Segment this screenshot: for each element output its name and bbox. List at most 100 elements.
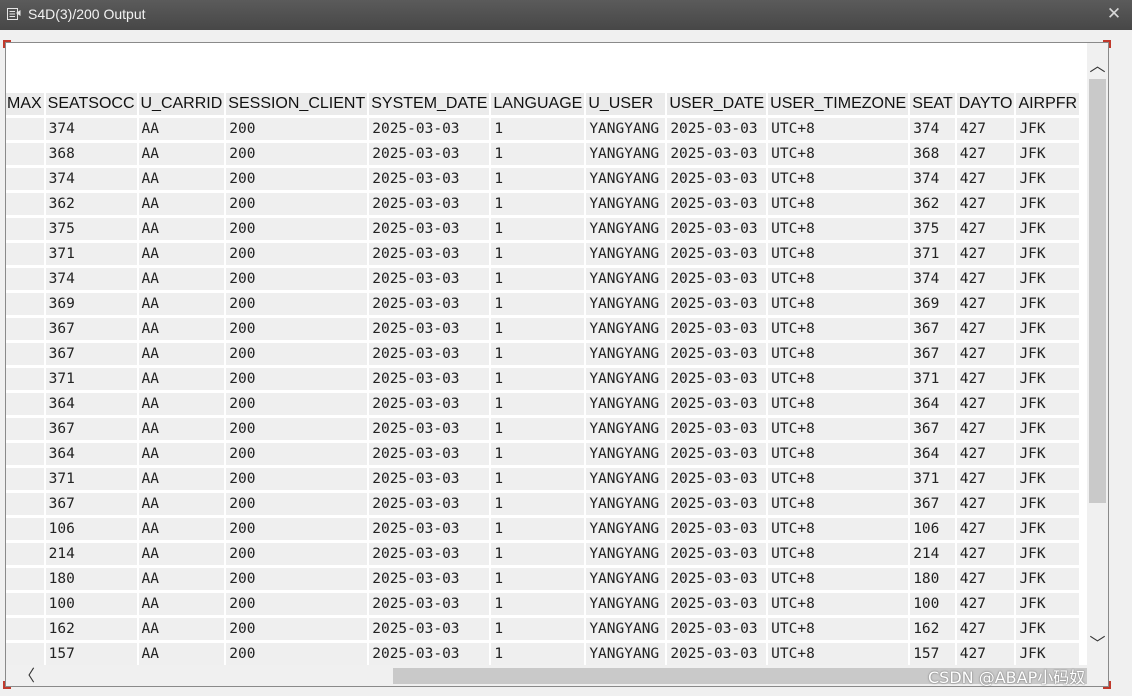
cell-airpfr[interactable]: JFK: [1016, 168, 1080, 190]
table-row[interactable]: 367 AA 200 2025-03-03 1 YANGYANG 2025-03-03 UTC…: [6, 493, 1080, 515]
cell-user-date[interactable]: 2025-03-03: [667, 243, 767, 265]
cell-seat[interactable]: 375: [910, 218, 955, 240]
cell-user-timezone[interactable]: UTC+8: [768, 443, 909, 465]
cell-seat[interactable]: 374: [910, 168, 955, 190]
column-header-system-date[interactable]: SYSTEM_DATE: [369, 93, 490, 115]
cell-u-user[interactable]: YANGYANG: [586, 118, 666, 140]
cell-max[interactable]: [6, 168, 44, 190]
cell-max[interactable]: [6, 143, 44, 165]
column-header-max[interactable]: MAX: [6, 93, 44, 115]
table-row[interactable]: 371 AA 200 2025-03-03 1 YANGYANG 2025-03-03 UTC…: [6, 368, 1080, 390]
cell-u-user[interactable]: YANGYANG: [586, 368, 666, 390]
cell-language[interactable]: 1: [491, 593, 585, 615]
cell-dayto[interactable]: 427: [956, 518, 1015, 540]
cell-system-date[interactable]: 2025-03-03: [369, 218, 490, 240]
cell-dayto[interactable]: 427: [956, 643, 1015, 665]
cell-airpfr[interactable]: JFK: [1016, 243, 1080, 265]
cell-user-date[interactable]: 2025-03-03: [667, 643, 767, 665]
cell-dayto[interactable]: 427: [956, 268, 1015, 290]
table-row[interactable]: 100 AA 200 2025-03-03 1 YANGYANG 2025-03-03 UTC…: [6, 593, 1080, 615]
column-header-user-timezone[interactable]: USER_TIMEZONE: [768, 93, 909, 115]
cell-seat[interactable]: 374: [910, 118, 955, 140]
cell-system-date[interactable]: 2025-03-03: [369, 443, 490, 465]
table-row[interactable]: 369 AA 200 2025-03-03 1 YANGYANG 2025-03-03 UTC…: [6, 293, 1080, 315]
cell-max[interactable]: [6, 543, 44, 565]
cell-airpfr[interactable]: JFK: [1016, 643, 1080, 665]
cell-user-timezone[interactable]: UTC+8: [768, 643, 909, 665]
cell-dayto[interactable]: 427: [956, 143, 1015, 165]
cell-u-carrid[interactable]: AA: [138, 493, 225, 515]
cell-u-carrid[interactable]: AA: [138, 368, 225, 390]
cell-dayto[interactable]: 427: [956, 293, 1015, 315]
cell-dayto[interactable]: 427: [956, 118, 1015, 140]
cell-airpfr[interactable]: JFK: [1016, 618, 1080, 640]
cell-u-user[interactable]: YANGYANG: [586, 218, 666, 240]
cell-session-client[interactable]: 200: [226, 143, 368, 165]
cell-u-user[interactable]: YANGYANG: [586, 518, 666, 540]
cell-user-date[interactable]: 2025-03-03: [667, 593, 767, 615]
cell-u-carrid[interactable]: AA: [138, 293, 225, 315]
cell-max[interactable]: [6, 518, 44, 540]
cell-user-timezone[interactable]: UTC+8: [768, 343, 909, 365]
cell-language[interactable]: 1: [491, 243, 585, 265]
cell-u-user[interactable]: YANGYANG: [586, 168, 666, 190]
cell-airpfr[interactable]: JFK: [1016, 568, 1080, 590]
cell-dayto[interactable]: 427: [956, 393, 1015, 415]
cell-seatsocc[interactable]: 367: [45, 318, 137, 340]
cell-dayto[interactable]: 427: [956, 493, 1015, 515]
table-row[interactable]: 364 AA 200 2025-03-03 1 YANGYANG 2025-03-03 UTC…: [6, 443, 1080, 465]
cell-seat[interactable]: 369: [910, 293, 955, 315]
cell-system-date[interactable]: 2025-03-03: [369, 418, 490, 440]
cell-session-client[interactable]: 200: [226, 568, 368, 590]
cell-language[interactable]: 1: [491, 393, 585, 415]
cell-user-date[interactable]: 2025-03-03: [667, 418, 767, 440]
cell-seatsocc[interactable]: 375: [45, 218, 137, 240]
cell-seat[interactable]: 371: [910, 368, 955, 390]
cell-seatsocc[interactable]: 162: [45, 618, 137, 640]
cell-user-date[interactable]: 2025-03-03: [667, 618, 767, 640]
cell-dayto[interactable]: 427: [956, 193, 1015, 215]
cell-seat[interactable]: 367: [910, 418, 955, 440]
cell-system-date[interactable]: 2025-03-03: [369, 243, 490, 265]
cell-system-date[interactable]: 2025-03-03: [369, 618, 490, 640]
cell-language[interactable]: 1: [491, 568, 585, 590]
cell-user-date[interactable]: 2025-03-03: [667, 318, 767, 340]
table-row[interactable]: 367 AA 200 2025-03-03 1 YANGYANG 2025-03-03 UTC…: [6, 318, 1080, 340]
cell-u-user[interactable]: YANGYANG: [586, 418, 666, 440]
cell-airpfr[interactable]: JFK: [1016, 118, 1080, 140]
cell-airpfr[interactable]: JFK: [1016, 543, 1080, 565]
cell-user-date[interactable]: 2025-03-03: [667, 568, 767, 590]
cell-u-carrid[interactable]: AA: [138, 468, 225, 490]
cell-user-date[interactable]: 2025-03-03: [667, 343, 767, 365]
table-row[interactable]: 374 AA 200 2025-03-03 1 YANGYANG 2025-03-03 UTC…: [6, 268, 1080, 290]
cell-u-user[interactable]: YANGYANG: [586, 293, 666, 315]
table-row[interactable]: 364 AA 200 2025-03-03 1 YANGYANG 2025-03-03 UTC…: [6, 393, 1080, 415]
cell-system-date[interactable]: 2025-03-03: [369, 393, 490, 415]
cell-session-client[interactable]: 200: [226, 618, 368, 640]
cell-max[interactable]: [6, 493, 44, 515]
cell-seat[interactable]: 180: [910, 568, 955, 590]
vertical-scrollbar[interactable]: ︿ ﹀: [1087, 43, 1108, 686]
cell-airpfr[interactable]: JFK: [1016, 518, 1080, 540]
cell-max[interactable]: [6, 218, 44, 240]
cell-dayto[interactable]: 427: [956, 243, 1015, 265]
cell-user-date[interactable]: 2025-03-03: [667, 118, 767, 140]
cell-user-date[interactable]: 2025-03-03: [667, 268, 767, 290]
cell-language[interactable]: 1: [491, 118, 585, 140]
cell-seatsocc[interactable]: 214: [45, 543, 137, 565]
cell-seat[interactable]: 214: [910, 543, 955, 565]
cell-session-client[interactable]: 200: [226, 343, 368, 365]
cell-seatsocc[interactable]: 371: [45, 243, 137, 265]
cell-seatsocc[interactable]: 367: [45, 343, 137, 365]
cell-session-client[interactable]: 200: [226, 543, 368, 565]
cell-seat[interactable]: 162: [910, 618, 955, 640]
cell-language[interactable]: 1: [491, 468, 585, 490]
cell-dayto[interactable]: 427: [956, 418, 1015, 440]
column-header-u-carrid[interactable]: U_CARRID: [138, 93, 225, 115]
cell-user-timezone[interactable]: UTC+8: [768, 168, 909, 190]
cell-dayto[interactable]: 427: [956, 543, 1015, 565]
cell-user-date[interactable]: 2025-03-03: [667, 193, 767, 215]
cell-language[interactable]: 1: [491, 518, 585, 540]
cell-seatsocc[interactable]: 374: [45, 118, 137, 140]
cell-u-carrid[interactable]: AA: [138, 118, 225, 140]
